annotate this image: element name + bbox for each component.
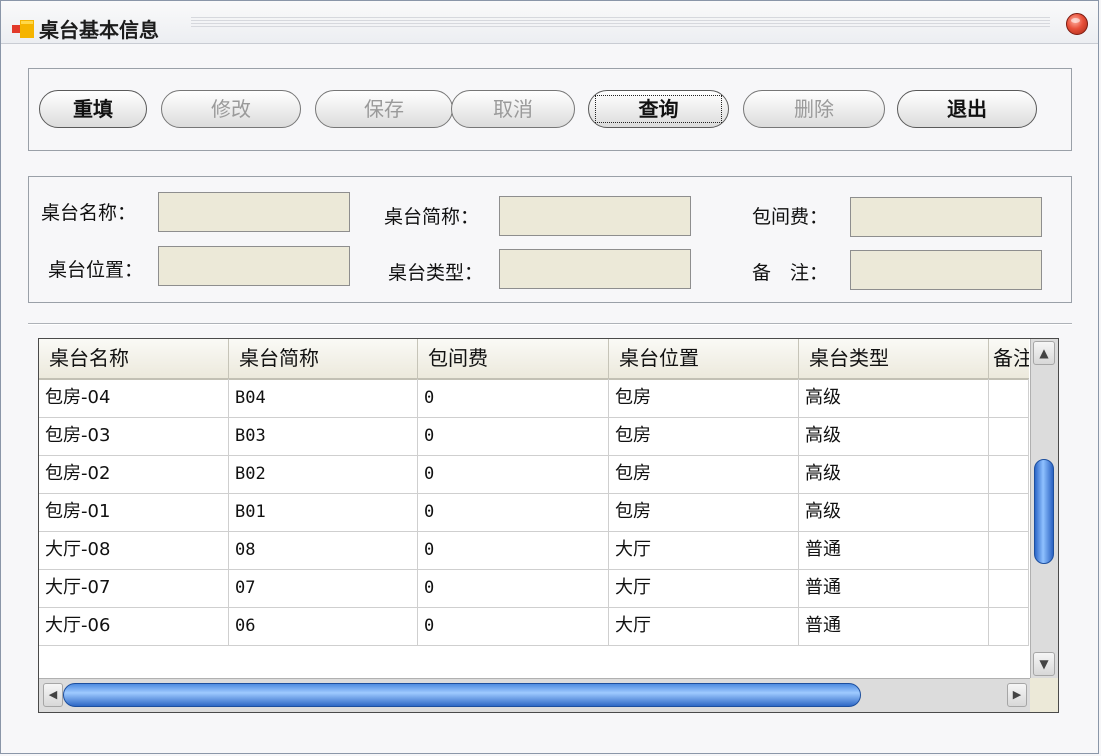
table-cell[interactable]: 大厅 [609, 531, 799, 569]
horizontal-scroll-thumb[interactable] [63, 683, 861, 707]
table-cell[interactable]: 高级 [799, 417, 989, 455]
column-header-remark[interactable]: 备注 [989, 339, 1029, 378]
arrow-right-icon[interactable]: ▶ [1007, 683, 1027, 707]
query-button[interactable]: 查询 [588, 90, 729, 128]
table-cell[interactable] [989, 493, 1029, 531]
section-divider [28, 323, 1072, 325]
table-cell[interactable] [989, 455, 1029, 493]
table-cell[interactable]: 普通 [799, 531, 989, 569]
table-type-input[interactable] [499, 249, 691, 289]
table-cell[interactable]: 大厅 [609, 607, 799, 645]
toolbar-group: 重填 修改 保存 取消 查询 删除 退出 [28, 68, 1072, 151]
column-header-room-fee[interactable]: 包间费 [418, 339, 609, 378]
table-cell[interactable] [989, 417, 1029, 455]
table-type-label: 桌台类型： [388, 262, 484, 284]
column-header-table-location[interactable]: 桌台位置 [609, 339, 799, 378]
scroll-corner [1030, 678, 1058, 712]
table-row[interactable]: 大厅-08 08 0 大厅 普通 [39, 531, 1029, 570]
column-header-table-type[interactable]: 桌台类型 [799, 339, 989, 378]
table-cell[interactable]: 普通 [799, 569, 989, 607]
grid-header: 桌台名称 桌台简称 包间费 桌台位置 桌台类型 备注 [39, 339, 1029, 380]
table-cell[interactable] [989, 607, 1029, 645]
delete-button[interactable]: 删除 [743, 90, 885, 128]
table-name-label: 桌台名称： [41, 202, 137, 224]
close-icon[interactable] [1066, 13, 1088, 35]
arrow-up-icon[interactable]: ▲ [1033, 341, 1055, 365]
exit-button[interactable]: 退出 [897, 90, 1037, 128]
table-cell[interactable] [989, 379, 1029, 417]
app-window-icon [12, 20, 34, 38]
column-header-table-short[interactable]: 桌台简称 [229, 339, 418, 378]
table-row[interactable]: 包房-03 B03 0 包房 高级 [39, 417, 1029, 456]
window-title: 桌台基本信息 [39, 18, 159, 42]
table-cell[interactable]: 包房-02 [39, 455, 229, 493]
table-cell[interactable]: 0 [418, 493, 609, 531]
cancel-button[interactable]: 取消 [451, 90, 575, 128]
table-cell[interactable]: 高级 [799, 493, 989, 531]
table-cell[interactable]: 高级 [799, 379, 989, 417]
form-group: 桌台名称： 桌台简称： 包间费： 桌台位置： 桌台类型： 备 注： [28, 176, 1072, 303]
table-cell[interactable]: 大厅-07 [39, 569, 229, 607]
table-cell[interactable]: 包房 [609, 379, 799, 417]
table-cell[interactable]: 0 [418, 607, 609, 645]
focus-indicator [595, 95, 722, 123]
table-cell[interactable]: B02 [229, 455, 418, 493]
reset-button[interactable]: 重填 [39, 90, 147, 128]
title-bar[interactable]: 桌台基本信息 [1, 1, 1098, 44]
table-cell[interactable]: 大厅-06 [39, 607, 229, 645]
table-cell[interactable]: 大厅-08 [39, 531, 229, 569]
table-cell[interactable]: 包房-01 [39, 493, 229, 531]
vertical-scrollbar[interactable]: ▲ ▼ [1030, 339, 1058, 678]
table-row[interactable]: 包房-02 B02 0 包房 高级 [39, 455, 1029, 494]
table-cell[interactable]: 包房 [609, 417, 799, 455]
title-bar-texture [191, 17, 1050, 29]
table-cell[interactable]: 大厅 [609, 569, 799, 607]
table-row[interactable]: 包房-01 B01 0 包房 高级 [39, 493, 1029, 532]
arrow-left-icon[interactable]: ◀ [43, 683, 63, 707]
table-row[interactable]: 大厅-07 07 0 大厅 普通 [39, 569, 1029, 608]
save-button[interactable]: 保存 [315, 90, 453, 128]
table-cell[interactable]: B01 [229, 493, 418, 531]
table-cell[interactable] [989, 569, 1029, 607]
table-cell[interactable]: 0 [418, 379, 609, 417]
table-cell[interactable]: 08 [229, 531, 418, 569]
table-cell[interactable] [989, 531, 1029, 569]
table-cell[interactable]: 0 [418, 455, 609, 493]
table-cell[interactable]: 07 [229, 569, 418, 607]
table-row[interactable]: 大厅-06 06 0 大厅 普通 [39, 607, 1029, 646]
table-cell[interactable]: 高级 [799, 455, 989, 493]
table-cell[interactable]: B04 [229, 379, 418, 417]
vertical-scroll-thumb[interactable] [1034, 459, 1054, 564]
table-cell[interactable]: 包房 [609, 455, 799, 493]
remark-input[interactable] [850, 250, 1042, 290]
table-cell[interactable]: 0 [418, 417, 609, 455]
table-data-grid[interactable]: 桌台名称 桌台简称 包间费 桌台位置 桌台类型 备注 包房-04 B04 0 包房 高级… [38, 338, 1059, 713]
table-cell[interactable]: 包房-04 [39, 379, 229, 417]
column-header-table-name[interactable]: 桌台名称 [39, 339, 229, 378]
table-location-label: 桌台位置： [48, 259, 144, 281]
table-cell[interactable]: 0 [418, 531, 609, 569]
arrow-down-icon[interactable]: ▼ [1033, 652, 1055, 676]
table-info-window: 桌台基本信息 重填 修改 保存 取消 查询 删除 退出 桌台名称： 桌台简称： … [0, 0, 1099, 754]
remark-label: 备 注： [752, 262, 829, 284]
horizontal-scrollbar[interactable]: ◀ ▶ [39, 678, 1031, 712]
table-short-label: 桌台简称： [384, 206, 480, 228]
table-cell[interactable]: B03 [229, 417, 418, 455]
table-location-input[interactable] [158, 246, 350, 286]
table-cell[interactable]: 包房-03 [39, 417, 229, 455]
room-fee-input[interactable] [850, 197, 1042, 237]
table-row[interactable]: 包房-04 B04 0 包房 高级 [39, 379, 1029, 418]
table-cell[interactable]: 0 [418, 569, 609, 607]
table-cell[interactable]: 06 [229, 607, 418, 645]
table-cell[interactable]: 普通 [799, 607, 989, 645]
table-name-input[interactable] [158, 192, 350, 232]
room-fee-label: 包间费： [752, 206, 829, 228]
table-short-input[interactable] [499, 196, 691, 236]
edit-button[interactable]: 修改 [161, 90, 301, 128]
table-cell[interactable]: 包房 [609, 493, 799, 531]
